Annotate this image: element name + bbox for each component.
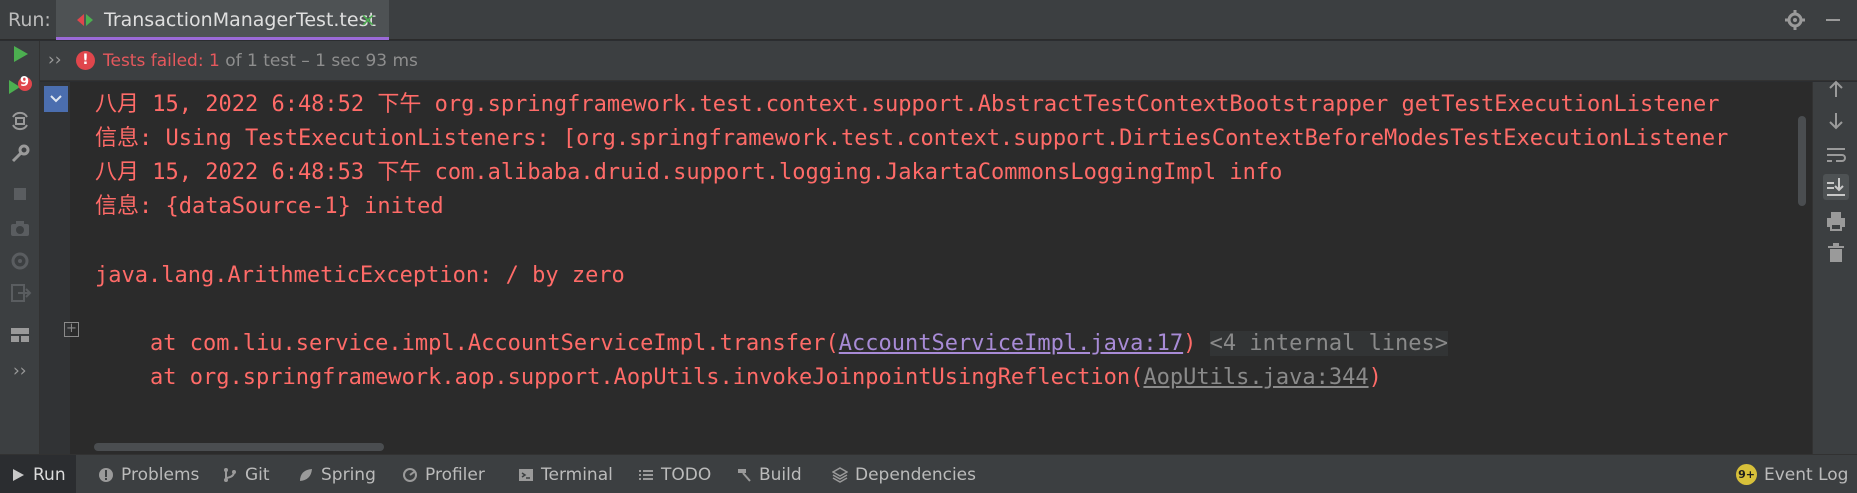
- terminal-icon: [519, 468, 533, 481]
- debug-gear-icon[interactable]: [7, 248, 33, 274]
- tool-window-build[interactable]: Build: [726, 455, 812, 493]
- dependencies-icon: [832, 466, 848, 483]
- exit-icon[interactable]: [7, 280, 33, 306]
- close-tab-icon[interactable]: ×: [360, 9, 376, 31]
- tab-transaction-manager-test[interactable]: TransactionManagerTest.test ×: [56, 0, 389, 40]
- tool-window-spring[interactable]: Spring: [288, 455, 386, 493]
- tool-window-label: Git: [245, 464, 270, 485]
- tool-window-label: TODO: [661, 464, 712, 485]
- event-log-badge: 9+: [1736, 464, 1757, 485]
- scroll-to-end-icon[interactable]: [1823, 174, 1849, 200]
- console-output[interactable]: 八月 15, 2022 6:48:52 下午 org.springframewo…: [70, 82, 1812, 454]
- source-link[interactable]: AopUtils.java:344: [1143, 365, 1368, 390]
- tool-window-label: Spring: [321, 464, 376, 485]
- console-line: 八月 15, 2022 6:48:53 下午 com.alibaba.druid…: [95, 160, 1283, 185]
- more-actions-chevron[interactable]: ››: [13, 361, 27, 381]
- profiler-icon: [403, 467, 417, 482]
- console-line: 八月 15, 2022 6:48:52 下午 org.springframewo…: [95, 92, 1720, 117]
- expand-fold-icon[interactable]: +: [64, 322, 79, 337]
- tool-window-run[interactable]: Run: [0, 455, 76, 493]
- internal-lines-fold[interactable]: <4 internal lines>: [1209, 331, 1449, 356]
- expand-toolbar-chevron[interactable]: ››: [48, 50, 62, 70]
- rerun-failed-tests-icon[interactable]: 9: [7, 74, 33, 100]
- exception-line: java.lang.ArithmeticException: / by zero: [95, 263, 625, 288]
- horizontal-scrollbar[interactable]: [70, 440, 1812, 454]
- tool-window-todo[interactable]: TODO: [628, 455, 721, 493]
- tests-failed-text: Tests failed: 1: [103, 51, 220, 71]
- layout-icon[interactable]: [7, 322, 33, 348]
- problems-icon: [99, 467, 113, 482]
- test-summary-text: of 1 test – 1 sec 93 ms: [219, 51, 418, 71]
- play-icon: [13, 468, 24, 481]
- run-tool-window-header: Run: TransactionManagerTest.test ×: [0, 0, 1857, 40]
- tool-window-label: Run: [33, 464, 66, 485]
- print-icon[interactable]: [1823, 208, 1849, 234]
- chevron-down-icon: [50, 95, 62, 103]
- todo-list-icon: [639, 469, 653, 480]
- tool-window-label: Event Log: [1764, 464, 1849, 485]
- tab-label: TransactionManagerTest.test: [104, 9, 376, 31]
- tool-window-dependencies[interactable]: Dependencies: [822, 455, 986, 493]
- left-toolbar: 9 ››: [0, 41, 40, 454]
- git-branch-icon: [224, 467, 236, 482]
- test-class-icon: [77, 14, 93, 26]
- stack-frame-suffix: ): [1368, 365, 1382, 390]
- tool-window-label: Profiler: [425, 464, 485, 485]
- arrow-up-icon[interactable]: [1823, 76, 1849, 102]
- trash-clear-icon[interactable]: [1823, 240, 1849, 266]
- failed-count-badge: 9: [20, 75, 30, 90]
- stop-icon[interactable]: [7, 181, 33, 207]
- tool-window-git[interactable]: Git: [212, 455, 280, 493]
- arrow-down-icon[interactable]: [1823, 108, 1849, 134]
- test-status-bar: ›› ! Tests failed: 1 of 1 test – 1 sec 9…: [0, 41, 1857, 81]
- tool-window-terminal[interactable]: Terminal: [508, 455, 623, 493]
- stack-frame-text: at org.springframework.aop.support.AopUt…: [150, 365, 1144, 390]
- source-link[interactable]: AccountServiceImpl.java:17: [839, 331, 1183, 356]
- soft-wrap-icon[interactable]: [1823, 142, 1849, 168]
- tool-window-label: Dependencies: [855, 464, 976, 485]
- test-tree-collapsed-panel: [40, 82, 70, 454]
- vertical-scrollbar-thumb[interactable]: [1798, 116, 1806, 206]
- tool-window-problems[interactable]: Problems: [88, 455, 209, 493]
- gear-icon[interactable]: [1784, 9, 1806, 31]
- camera-snapshot-icon[interactable]: [7, 215, 33, 241]
- console-line: 信息: {dataSource-1} inited: [95, 194, 444, 219]
- tool-window-label: Build: [759, 464, 802, 485]
- test-tree-toggle[interactable]: [44, 86, 68, 112]
- run-label: Run:: [8, 9, 51, 31]
- error-icon: !: [76, 51, 95, 70]
- tool-window-bar: Run Problems Git Spring Profiler Termina…: [0, 454, 1857, 493]
- rerun-icon[interactable]: [7, 41, 33, 67]
- horizontal-scrollbar-thumb[interactable]: [94, 443, 384, 451]
- toggle-auto-test-icon[interactable]: [7, 108, 33, 134]
- stack-frame-line: at org.springframework.aop.support.AopUt…: [150, 362, 1382, 394]
- stack-frame-suffix: ): [1183, 331, 1197, 356]
- tool-window-label: Problems: [121, 464, 200, 485]
- console-line: 信息: Using TestExecutionListeners: [org.s…: [95, 126, 1729, 151]
- stack-frame-text: at com.liu.service.impl.AccountServiceIm…: [150, 331, 839, 356]
- stack-frame-line: at com.liu.service.impl.AccountServiceIm…: [150, 328, 1449, 360]
- spring-leaf-icon: [300, 468, 312, 481]
- minimize-icon[interactable]: [1822, 9, 1844, 31]
- tool-window-label: Terminal: [541, 464, 613, 485]
- tool-window-event-log[interactable]: 9+ Event Log: [1726, 455, 1857, 493]
- right-toolbar: [1812, 80, 1857, 454]
- wrench-settings-icon[interactable]: [7, 141, 33, 167]
- hammer-icon: [738, 468, 751, 482]
- tool-window-profiler[interactable]: Profiler: [392, 455, 495, 493]
- test-status-text: Tests failed: 1 of 1 test – 1 sec 93 ms: [103, 51, 418, 71]
